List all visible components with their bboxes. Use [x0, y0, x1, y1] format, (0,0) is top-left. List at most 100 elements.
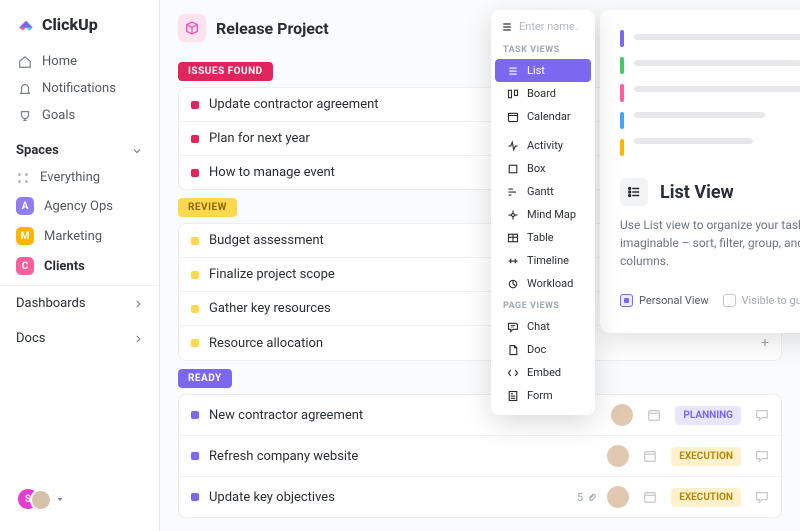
nav-dashboards[interactable]: Dashboards [0, 286, 159, 321]
task-row[interactable]: New contractor agreement PLANNING [179, 395, 781, 436]
task-title: Refresh company website [209, 449, 597, 464]
spaces-label: Spaces [16, 143, 59, 158]
nav-docs[interactable]: Docs [0, 321, 159, 356]
calendar-icon[interactable] [643, 490, 657, 504]
calendar-icon[interactable] [643, 449, 657, 463]
view-option-list[interactable]: List [495, 59, 591, 82]
list-view-icon [620, 178, 648, 206]
view-name-row [491, 16, 595, 39]
tag-badge[interactable]: EXECUTION [671, 447, 741, 466]
view-option-embed[interactable]: Embed [495, 361, 591, 384]
view-option-label: Box [527, 162, 545, 175]
view-preview-panel: List View Use List view to organize your… [600, 10, 800, 333]
view-name-input[interactable] [519, 20, 579, 33]
caret-down-icon [56, 495, 64, 503]
checkbox-icon [723, 294, 736, 307]
list-icon [501, 21, 513, 33]
view-option-activity[interactable]: Activity [495, 134, 591, 157]
timeline-icon [507, 255, 519, 267]
view-option-label: Activity [527, 139, 563, 152]
view-option-workload[interactable]: Workload [495, 272, 591, 295]
main-area: Release Project ISSUES FOUND Update cont… [160, 0, 800, 531]
space-everything[interactable]: Everything [0, 164, 159, 191]
view-option-label: Embed [527, 366, 561, 379]
view-option-label: Chat [527, 320, 550, 333]
space-badge: A [16, 197, 34, 215]
form-icon [507, 390, 519, 402]
view-option-label: Gantt [527, 185, 554, 198]
list-icon [507, 65, 519, 77]
view-option-calendar[interactable]: Calendar [495, 105, 591, 128]
nav-notifications[interactable]: Notifications [8, 75, 151, 102]
nav-goals[interactable]: Goals [8, 102, 151, 129]
group-label[interactable]: ISSUES FOUND [178, 62, 273, 81]
doc-icon [507, 344, 519, 356]
status-square-icon [191, 135, 199, 143]
page-views-section: PAGE VIEWS [491, 295, 595, 315]
project-title: Release Project [216, 19, 329, 38]
space-item[interactable]: C Clients [0, 251, 159, 281]
task-row[interactable]: Update key objectives 5 EXECUTION [179, 477, 781, 517]
space-label: Clients [44, 259, 85, 274]
status-square-icon [191, 339, 199, 347]
board-icon [507, 88, 519, 100]
assignee-avatar[interactable] [607, 445, 629, 467]
dashboards-label: Dashboards [16, 296, 86, 311]
group-label[interactable]: READY [178, 369, 232, 388]
add-subtask-icon[interactable]: + [761, 335, 769, 351]
status-square-icon [191, 493, 199, 501]
space-badge: M [16, 227, 34, 245]
view-option-mind-map[interactable]: Mind Map [495, 203, 591, 226]
space-label: Agency Ops [44, 199, 113, 214]
view-option-label: Calendar [527, 110, 571, 123]
comment-icon[interactable] [755, 490, 769, 504]
view-option-label: Doc [527, 343, 546, 356]
calendar-icon[interactable] [647, 408, 661, 422]
space-badge: C [16, 257, 34, 275]
group-label[interactable]: REVIEW [178, 198, 237, 217]
view-option-box[interactable]: Box [495, 157, 591, 180]
view-option-doc[interactable]: Doc [495, 338, 591, 361]
view-option-board[interactable]: Board [495, 82, 591, 105]
status-square-icon [191, 237, 199, 245]
spaces-header[interactable]: Spaces [0, 133, 159, 164]
tag-badge[interactable]: PLANNING [675, 406, 741, 425]
space-item[interactable]: M Marketing [0, 221, 159, 251]
view-option-gantt[interactable]: Gantt [495, 180, 591, 203]
personal-view-label: Personal View [639, 294, 709, 307]
nav-home[interactable]: Home [8, 48, 151, 75]
status-square-icon [191, 452, 199, 460]
space-label: Marketing [44, 229, 102, 244]
space-everything-label: Everything [40, 170, 100, 185]
task-title: Update key objectives [209, 490, 567, 505]
view-option-timeline[interactable]: Timeline [495, 249, 591, 272]
personal-view-toggle[interactable]: Personal View [620, 294, 709, 307]
nav-home-label: Home [42, 54, 77, 69]
assignee-avatar[interactable] [611, 404, 633, 426]
clickup-logo-icon [16, 14, 36, 34]
view-option-form[interactable]: Form [495, 384, 591, 407]
color-stripe [620, 30, 624, 47]
logo[interactable]: ClickUp [0, 0, 159, 44]
task-row[interactable]: Refresh company website EXECUTION [179, 436, 781, 477]
view-option-chat[interactable]: Chat [495, 315, 591, 338]
chevron-right-icon [133, 299, 143, 309]
chevron-right-icon [133, 334, 143, 344]
tag-badge[interactable]: EXECUTION [671, 488, 741, 507]
task-views-section: TASK VIEWS [491, 39, 595, 59]
status-square-icon [191, 169, 199, 177]
space-item[interactable]: A Agency Ops [0, 191, 159, 221]
project-icon [178, 14, 206, 42]
view-picker-dropdown: TASK VIEWS List Board Calendar Activity … [491, 10, 595, 415]
bell-icon [18, 82, 32, 96]
view-option-table[interactable]: Table [495, 226, 591, 249]
chevron-down-icon [131, 145, 143, 157]
user-avatar-stack[interactable]: S [18, 485, 64, 513]
comment-icon[interactable] [755, 449, 769, 463]
comment-icon[interactable] [755, 408, 769, 422]
trophy-icon [18, 109, 32, 123]
visible-guests-toggle[interactable]: Visible to guests [723, 294, 800, 307]
mind-icon [507, 209, 519, 221]
assignee-avatar[interactable] [607, 486, 629, 508]
home-icon [18, 55, 32, 69]
